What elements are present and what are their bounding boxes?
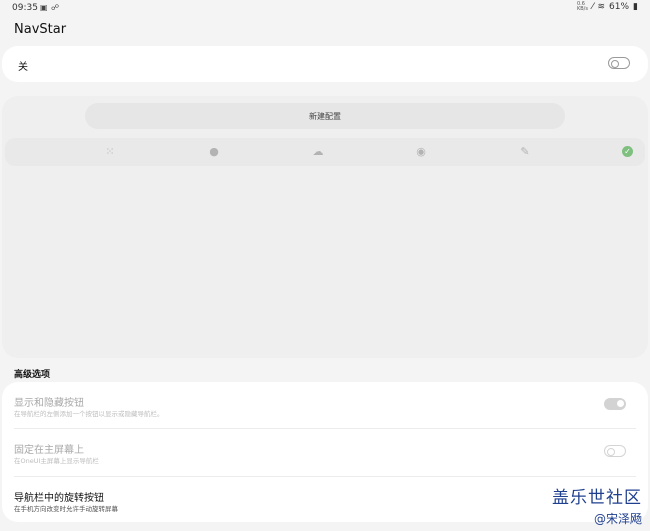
master-switch-label: 关 xyxy=(18,62,28,73)
option-title: 导航栏中的旋转按钮 xyxy=(14,493,104,504)
dots-style-icon[interactable]: ⁙ xyxy=(103,145,117,159)
master-switch-card[interactable]: 关 xyxy=(2,46,648,82)
option-subtitle: 在手机方向改变时允许手动旋转屏幕 xyxy=(14,505,118,513)
advanced-options-card: 显示和隐藏按钮 在导航栏的左侧添加一个按钮以显示或隐藏导航栏。 固定在主屏幕上 … xyxy=(2,382,648,522)
disc-style-icon[interactable]: ◉ xyxy=(414,145,428,159)
master-toggle[interactable] xyxy=(608,57,630,69)
wifi-icon: ≋ xyxy=(597,2,606,12)
option-subtitle: 在导航栏的左侧添加一个按钮以显示或隐藏导航栏。 xyxy=(14,410,164,418)
battery-icon: ▮ xyxy=(633,2,638,12)
option-title: 固定在主屏幕上 xyxy=(14,445,84,456)
cloud-style-icon[interactable]: ☁ xyxy=(311,145,325,159)
status-bar: 09:35 ▣ ☍ 0.6 KB/s ⁄ ≋ 61% ▮ xyxy=(0,0,650,16)
check-icon: ✓ xyxy=(622,146,633,157)
style-selector: ⁙ ● ☁ ◉ ✎ ✓ xyxy=(5,138,645,166)
config-panel xyxy=(2,96,648,358)
status-time: 09:35 xyxy=(12,3,38,13)
app-title: NavStar xyxy=(14,22,67,37)
pin-home-toggle[interactable] xyxy=(604,445,626,457)
option-subtitle: 在OneUI主屏幕上显示导航栏 xyxy=(14,457,99,465)
data-speed-icon: 0.6 KB/s xyxy=(576,1,588,12)
silent-icon: ⁄ xyxy=(591,2,594,12)
option-pin-home-screen[interactable]: 固定在主屏幕上 在OneUI主屏幕上显示导航栏 xyxy=(2,429,648,475)
advanced-section-title: 高级选项 xyxy=(14,370,51,380)
new-config-button[interactable]: 新建配置 xyxy=(85,103,565,129)
blob-style-icon[interactable]: ● xyxy=(207,145,221,159)
option-title: 显示和隐藏按钮 xyxy=(14,398,84,409)
image-icon: ▣ xyxy=(40,3,48,12)
sprinkle-style-icon[interactable]: ✎ xyxy=(518,145,532,159)
option-show-hide-button[interactable]: 显示和隐藏按钮 在导航栏的左侧添加一个按钮以显示或隐藏导航栏。 xyxy=(2,382,648,428)
battery-percent: 61% xyxy=(609,2,630,12)
option-rotate-button[interactable]: 导航栏中的旋转按钮 在手机方向改变时允许手动旋转屏幕 xyxy=(2,477,648,523)
link-icon: ☍ xyxy=(51,3,60,12)
show-hide-toggle[interactable] xyxy=(604,398,626,410)
